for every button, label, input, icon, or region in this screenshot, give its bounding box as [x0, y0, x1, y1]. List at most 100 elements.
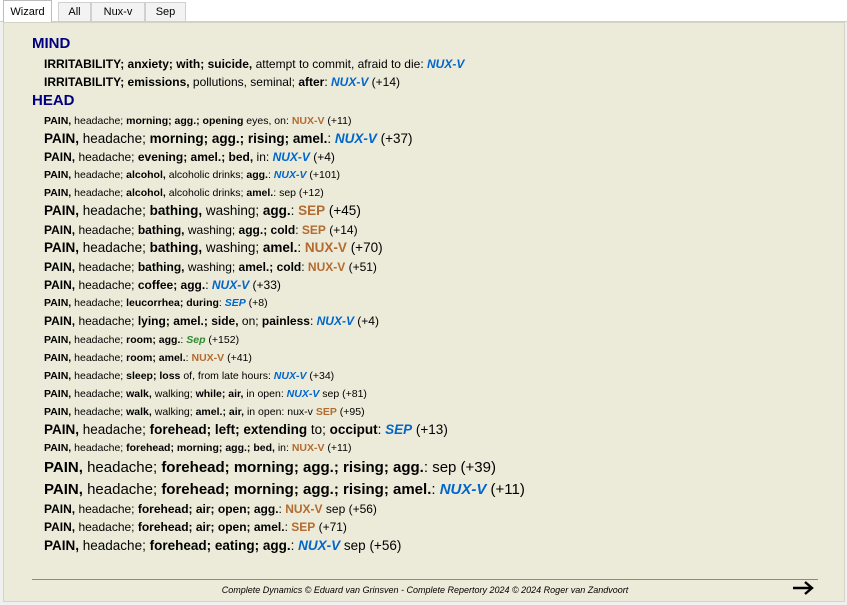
rubric-text: in: — [253, 150, 273, 165]
rubric-row[interactable]: PAIN, headache; lying; amel.; side, on; … — [44, 312, 822, 330]
rubric-text: room; — [126, 333, 159, 346]
rubric-row[interactable]: PAIN, headache; sleep; loss of, from lat… — [44, 367, 822, 385]
remedy-link[interactable]: NUX-V — [305, 240, 347, 255]
rubric-row[interactable]: PAIN, headache; alcohol, alcoholic drink… — [44, 166, 822, 184]
remedy-link[interactable]: nux-v — [287, 406, 313, 418]
rubric-text: agg.; — [211, 130, 248, 146]
remedy-link[interactable]: NUX-V — [308, 260, 345, 274]
remedy-link[interactable]: NUX-V — [331, 75, 368, 89]
remedy-link[interactable]: SEP — [302, 223, 326, 237]
tab-all[interactable]: All — [58, 2, 91, 21]
remedy-link[interactable]: NUX-V — [274, 370, 307, 382]
rubric-text: bed, — [228, 150, 254, 165]
rubric-text: PAIN, — [44, 480, 83, 498]
rubric-text: PAIN, — [44, 297, 72, 310]
rubric-text: air, — [228, 387, 244, 400]
rubric-text: alcoholic drinks; — [165, 187, 247, 200]
remedy-link[interactable]: NUX-V — [335, 131, 377, 146]
rubric-text: leucorrhea; — [126, 297, 187, 310]
rubric-text: (+4) — [309, 150, 335, 165]
remedy-link[interactable]: SEP — [385, 422, 412, 437]
rubric-row[interactable]: PAIN, headache; bathing, washing; agg.; … — [44, 221, 822, 239]
rubric-row[interactable]: PAIN, headache; coffee; agg.: NUX-V (+33… — [44, 276, 822, 294]
rubric-row[interactable]: PAIN, headache; forehead; air; open; agg… — [44, 500, 822, 518]
rubric-row[interactable]: PAIN, headache; forehead; air; open; ame… — [44, 518, 822, 536]
remedy-link[interactable]: SEP — [225, 297, 246, 309]
remedy-link[interactable]: NUX-V — [285, 502, 322, 516]
remedy-link[interactable]: sep — [432, 459, 456, 476]
rubric-row[interactable]: PAIN, headache; forehead; morning; agg.;… — [44, 457, 822, 479]
remedy-link[interactable]: NUX-V — [427, 57, 464, 71]
remedy-link[interactable]: SEP — [313, 406, 337, 418]
remedy-link[interactable]: NUX-V — [287, 388, 320, 400]
rubric-text: headache; — [75, 150, 138, 165]
rubric-text: morning; — [126, 114, 175, 127]
remedy-link[interactable]: sep — [319, 388, 339, 400]
rubric-text: alcohol, — [126, 187, 166, 200]
rubric-row[interactable]: IRRITABILITY; anxiety; with; suicide, at… — [44, 55, 822, 73]
remedy-link[interactable]: SEP — [298, 203, 325, 218]
remedy-link[interactable]: NUX-V — [292, 115, 325, 127]
rubric-row[interactable]: PAIN, headache; alcohol, alcoholic drink… — [44, 184, 822, 202]
rubric-row[interactable]: PAIN, headache; morning; agg.; rising; a… — [44, 130, 822, 149]
rubric-text: headache; — [71, 187, 127, 200]
remedy-link[interactable]: NUX-V — [440, 481, 487, 498]
rubric-text: PAIN, — [44, 169, 72, 182]
rubric-text: PAIN, — [44, 150, 76, 165]
remedy-link[interactable]: sep — [323, 502, 345, 516]
remedy-link[interactable]: SEP — [291, 520, 315, 534]
rubric-text: : — [295, 222, 302, 237]
rubric-row[interactable]: PAIN, headache; room; agg.: Sep (+152) — [44, 331, 822, 349]
rubric-row[interactable]: PAIN, headache; leucorrhea; during: SEP … — [44, 294, 822, 312]
remedy-link[interactable]: sep — [340, 538, 366, 553]
rubric-row[interactable]: PAIN, headache; forehead; morning; agg.;… — [44, 439, 822, 457]
rubric-row[interactable]: PAIN, headache; evening; amel.; bed, in:… — [44, 148, 822, 166]
rubric-text: headache; — [71, 297, 127, 310]
rubric-text: walking; — [151, 387, 196, 400]
rubric-text: PAIN, — [44, 537, 80, 553]
rubric-row[interactable]: PAIN, headache; forehead; left; extendin… — [44, 421, 822, 440]
remedy-link[interactable]: NUX-V — [274, 169, 307, 181]
tab-nux-v[interactable]: Nux-v — [91, 2, 145, 21]
rubric-row[interactable]: PAIN, headache; bathing, washing; agg.: … — [44, 202, 822, 221]
tab-sep[interactable]: Sep — [145, 2, 186, 21]
rubric-text: walking; — [151, 405, 196, 418]
rubric-text: (+13) — [412, 421, 448, 437]
remedy-link[interactable]: NUX-V — [273, 150, 310, 164]
remedy-link[interactable]: NUX-V — [212, 278, 249, 292]
rubric-text: PAIN, — [44, 277, 76, 292]
rubric-row[interactable]: PAIN, headache; bathing, washing; amel.;… — [44, 258, 822, 276]
remedy-link[interactable]: NUX-V — [192, 352, 225, 364]
rubric-text: (+45) — [325, 203, 361, 219]
rubric-row[interactable]: PAIN, headache; bathing, washing; amel.:… — [44, 239, 822, 258]
rubric-row[interactable]: PAIN, headache; morning; agg.; opening e… — [44, 112, 822, 130]
remedy-link[interactable]: NUX-V — [317, 314, 354, 328]
remedy-link[interactable]: NUX-V — [298, 538, 340, 553]
rubric-text: bed, — [253, 442, 275, 455]
rubric-text: PAIN, — [44, 421, 80, 437]
footer-divider — [32, 579, 818, 580]
arrow-right-icon[interactable] — [792, 579, 816, 597]
rubric-row[interactable]: PAIN, headache; forehead; morning; agg.;… — [44, 479, 822, 501]
rubric-text: PAIN, — [44, 520, 76, 535]
rubric-text: (+37) — [376, 130, 413, 146]
chapter-heading[interactable]: HEAD — [32, 92, 822, 110]
rubric-text: painless — [261, 314, 310, 329]
remedy-link[interactable]: Sep — [186, 334, 205, 346]
rubric-row[interactable]: PAIN, headache; forehead; eating; agg.: … — [44, 537, 822, 556]
chapter-heading[interactable]: MIND — [32, 35, 822, 53]
rubric-text: : — [205, 277, 212, 292]
rubric-row[interactable]: PAIN, headache; walk, walking; while; ai… — [44, 385, 822, 403]
rubric-text: on; — [238, 314, 262, 329]
rubric-row[interactable]: IRRITABILITY; emissions, pollutions, sem… — [44, 73, 822, 91]
rubric-text: evening; — [137, 150, 191, 165]
rubric-row[interactable]: PAIN, headache; walk, walking; amel.; ai… — [44, 403, 822, 421]
remedy-link[interactable]: NUX-V — [292, 442, 325, 454]
rubric-text: IRRITABILITY; — [44, 75, 128, 90]
rubric-text: (+41) — [224, 351, 252, 364]
tab-wizard[interactable]: Wizard — [3, 0, 52, 22]
rubric-row[interactable]: PAIN, headache; room; amel.: NUX-V (+41) — [44, 349, 822, 367]
rubric-text: in: — [274, 442, 292, 455]
rubric-text: amel. — [292, 130, 328, 146]
remedy-link[interactable]: sep — [279, 187, 296, 199]
